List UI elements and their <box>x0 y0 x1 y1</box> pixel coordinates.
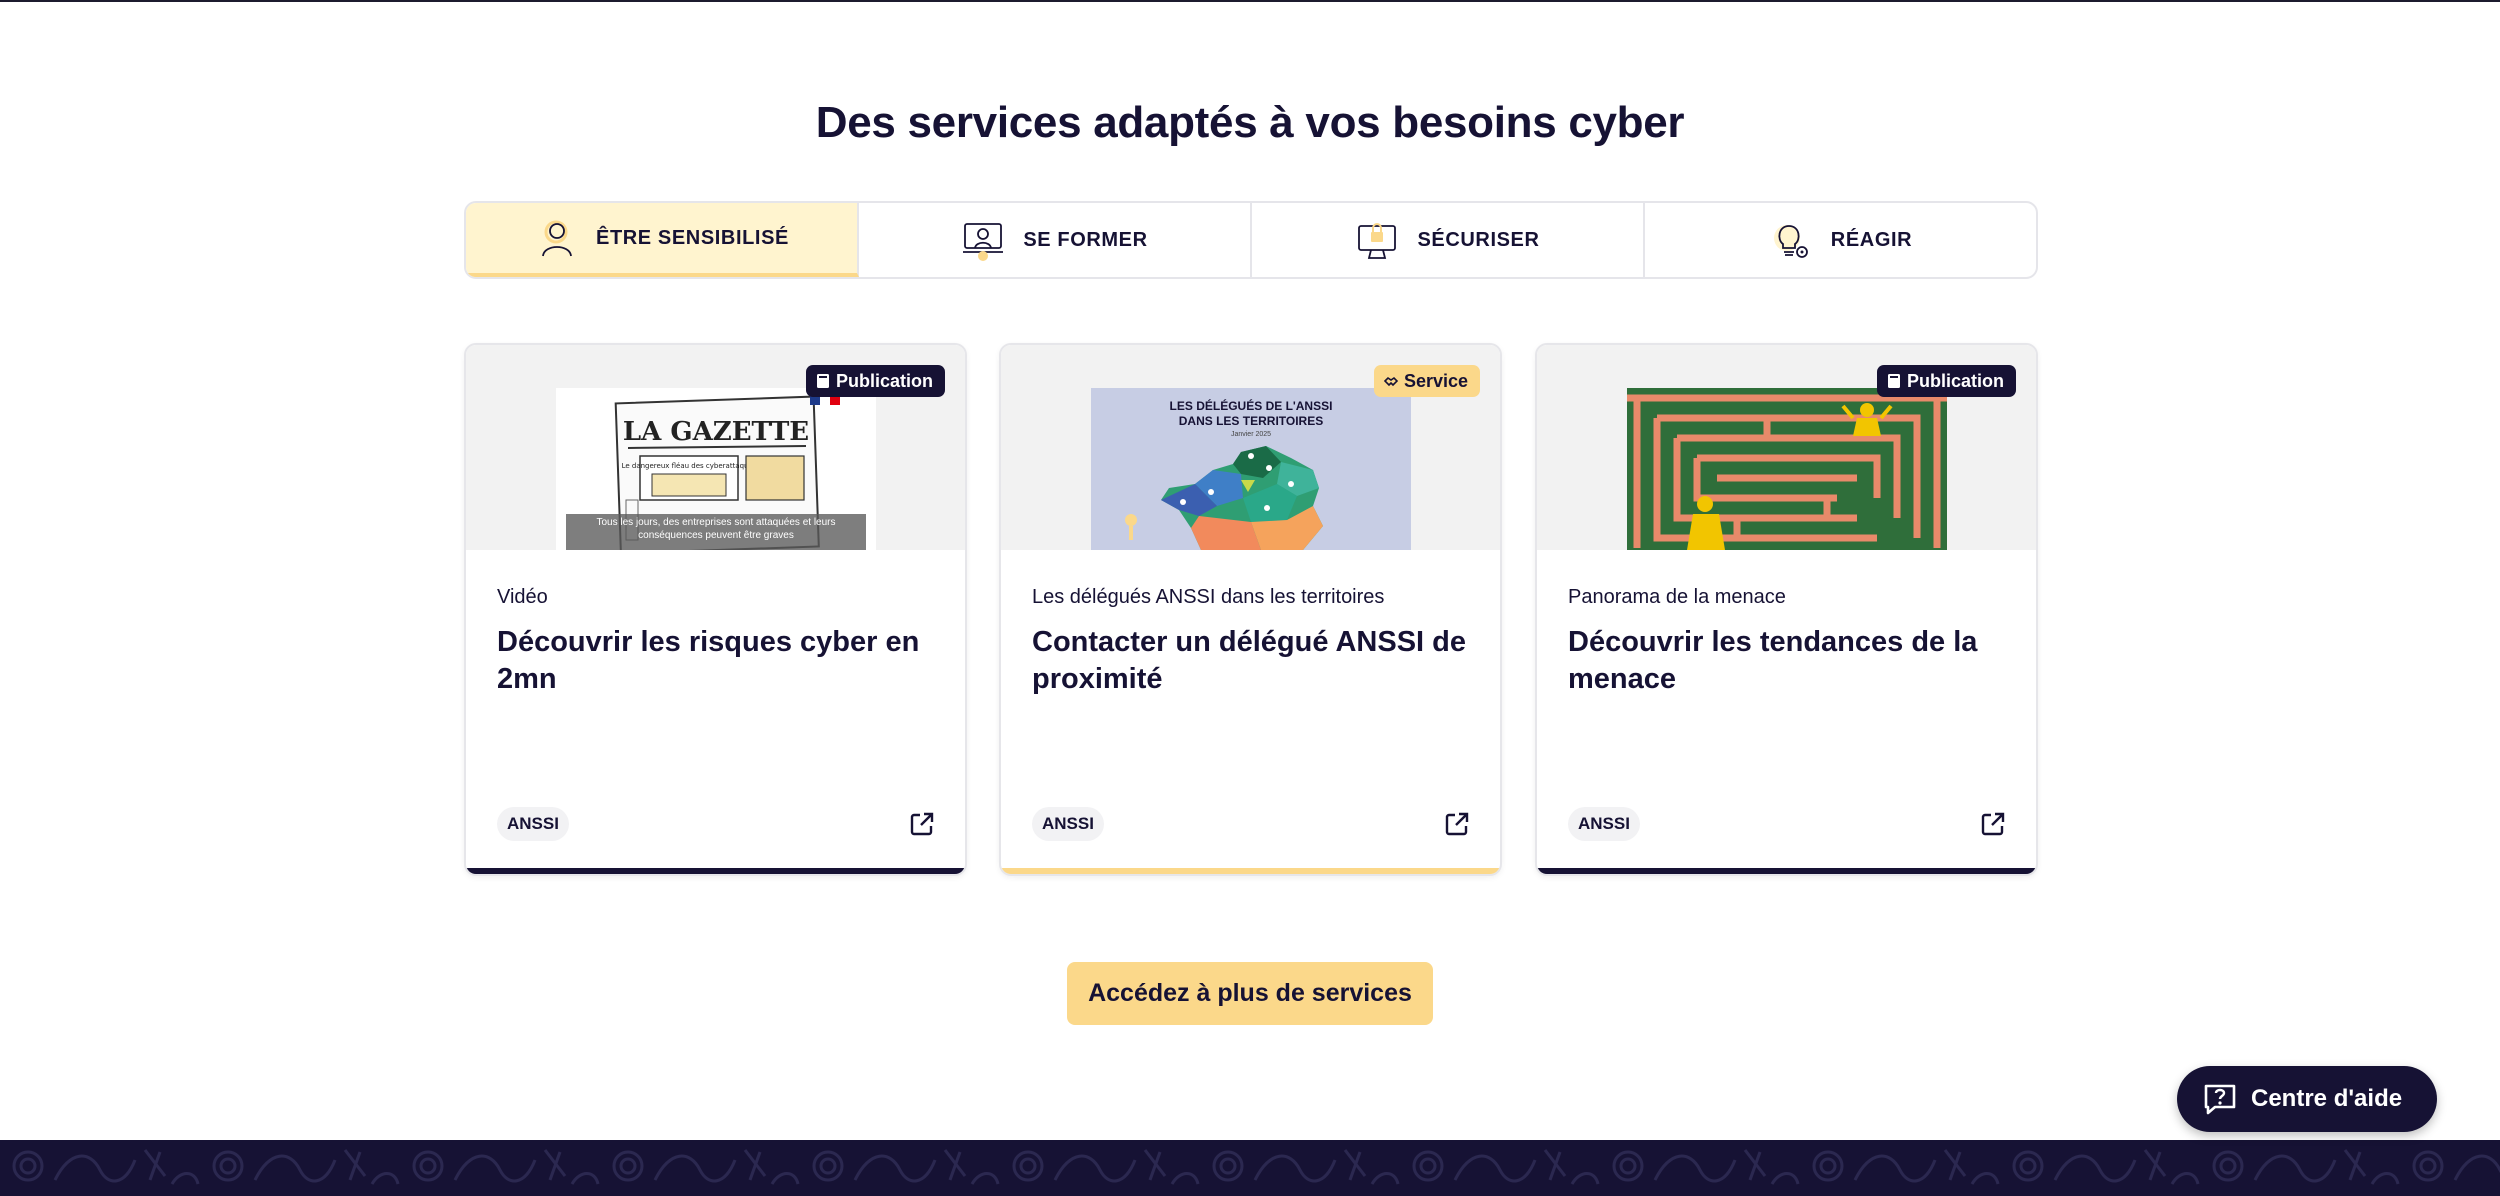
newspaper-illustration: LA GAZETTE Le dangereux fléau des cybera… <box>556 388 876 550</box>
service-tabs: ÊTRE SENSIBILISÉ SE FORMER SÉCURISER RÉA… <box>464 201 2038 279</box>
external-link-icon[interactable] <box>909 811 935 837</box>
service-card[interactable]: LA GAZETTE Le dangereux fléau des cybera… <box>464 343 967 876</box>
book-icon <box>1887 374 1900 388</box>
card-accent-bar <box>466 868 965 874</box>
help-question-icon <box>2204 1084 2236 1115</box>
service-card[interactable]: Publication Panorama de la menace Découv… <box>1535 343 2038 876</box>
source-tag: ANSSI <box>1032 807 1104 841</box>
card-accent-bar <box>1537 868 2036 874</box>
service-card[interactable]: LES DÉLÉGUÉS DE L'ANSSI DANS LES TERRITO… <box>999 343 1502 876</box>
external-link-icon[interactable] <box>1980 811 2006 837</box>
gazette-headline: Le dangereux fléau des cyberattaques <box>622 462 757 470</box>
tab-label: RÉAGIR <box>1830 228 1913 251</box>
card-media: LA GAZETTE Le dangereux fléau des cybera… <box>466 345 965 550</box>
badge-label: Service <box>1403 370 1468 391</box>
person-icon <box>542 220 572 257</box>
tab-etre-sensibilise[interactable]: ÊTRE SENSIBILISÉ <box>466 203 859 277</box>
card-kicker: Les délégués ANSSI dans les territoires <box>1032 586 1385 608</box>
external-link-icon[interactable] <box>1444 811 1470 837</box>
card-accent-bar <box>1001 868 1500 874</box>
maze-illustration <box>1627 388 1947 550</box>
tab-reagir[interactable]: RÉAGIR <box>1645 203 2036 277</box>
map-title-line2: DANS LES TERRITOIRES <box>1179 414 1323 428</box>
lightbulb-gear-icon <box>1773 225 1808 258</box>
card-media: LES DÉLÉGUÉS DE L'ANSSI DANS LES TERRITO… <box>1001 345 1500 550</box>
service-badge: Service <box>1373 365 1480 397</box>
section-title: Des services adaptés à vos besoins cyber <box>815 98 1685 147</box>
france-map-illustration: LES DÉLÉGUÉS DE L'ANSSI DANS LES TERRITO… <box>1091 388 1411 550</box>
top-divider <box>0 0 2500 2</box>
map-date: Janvier 2025 <box>1231 431 1271 438</box>
publication-badge: Publication <box>805 365 945 397</box>
publication-badge: Publication <box>1876 365 2016 397</box>
tab-se-former[interactable]: SE FORMER <box>859 203 1252 277</box>
secure-computer-icon <box>1358 223 1397 259</box>
tab-securiser[interactable]: SÉCURISER <box>1252 203 1645 277</box>
thumbnail-caption: Tous les jours, des entreprises sont att… <box>596 517 836 541</box>
card-kicker: Vidéo <box>497 586 548 608</box>
handshake-icon <box>1383 376 1398 387</box>
card-title: Découvrir les risques cyber en 2mn <box>497 626 920 695</box>
card-media: Publication <box>1537 345 2036 550</box>
training-laptop-icon <box>963 223 1004 261</box>
help-label: Centre d'aide <box>2251 1085 2403 1112</box>
badge-label: Publication <box>835 370 933 391</box>
tab-label: SE FORMER <box>1023 228 1148 251</box>
book-icon <box>816 374 829 388</box>
tab-label: SÉCURISER <box>1417 228 1540 251</box>
card-title: Découvrir les tendances de la menace <box>1568 626 1978 695</box>
source-tag: ANSSI <box>497 807 569 841</box>
tab-label: ÊTRE SENSIBILISÉ <box>596 226 789 249</box>
decorative-pattern <box>0 1140 2500 1196</box>
badge-label: Publication <box>1906 370 2004 391</box>
footer-pattern <box>0 1140 2500 1196</box>
card-title: Contacter un délégué ANSSI de proximité <box>1032 626 1466 695</box>
map-title-line1: LES DÉLÉGUÉS DE L'ANSSI <box>1170 398 1333 413</box>
source-tag: ANSSI <box>1568 807 1640 841</box>
gazette-masthead: LA GAZETTE <box>623 417 809 447</box>
more-services-button[interactable]: Accédez à plus de services <box>1067 962 1433 1025</box>
card-kicker: Panorama de la menace <box>1568 586 1786 608</box>
help-center-button[interactable]: Centre d'aide <box>2177 1066 2437 1132</box>
